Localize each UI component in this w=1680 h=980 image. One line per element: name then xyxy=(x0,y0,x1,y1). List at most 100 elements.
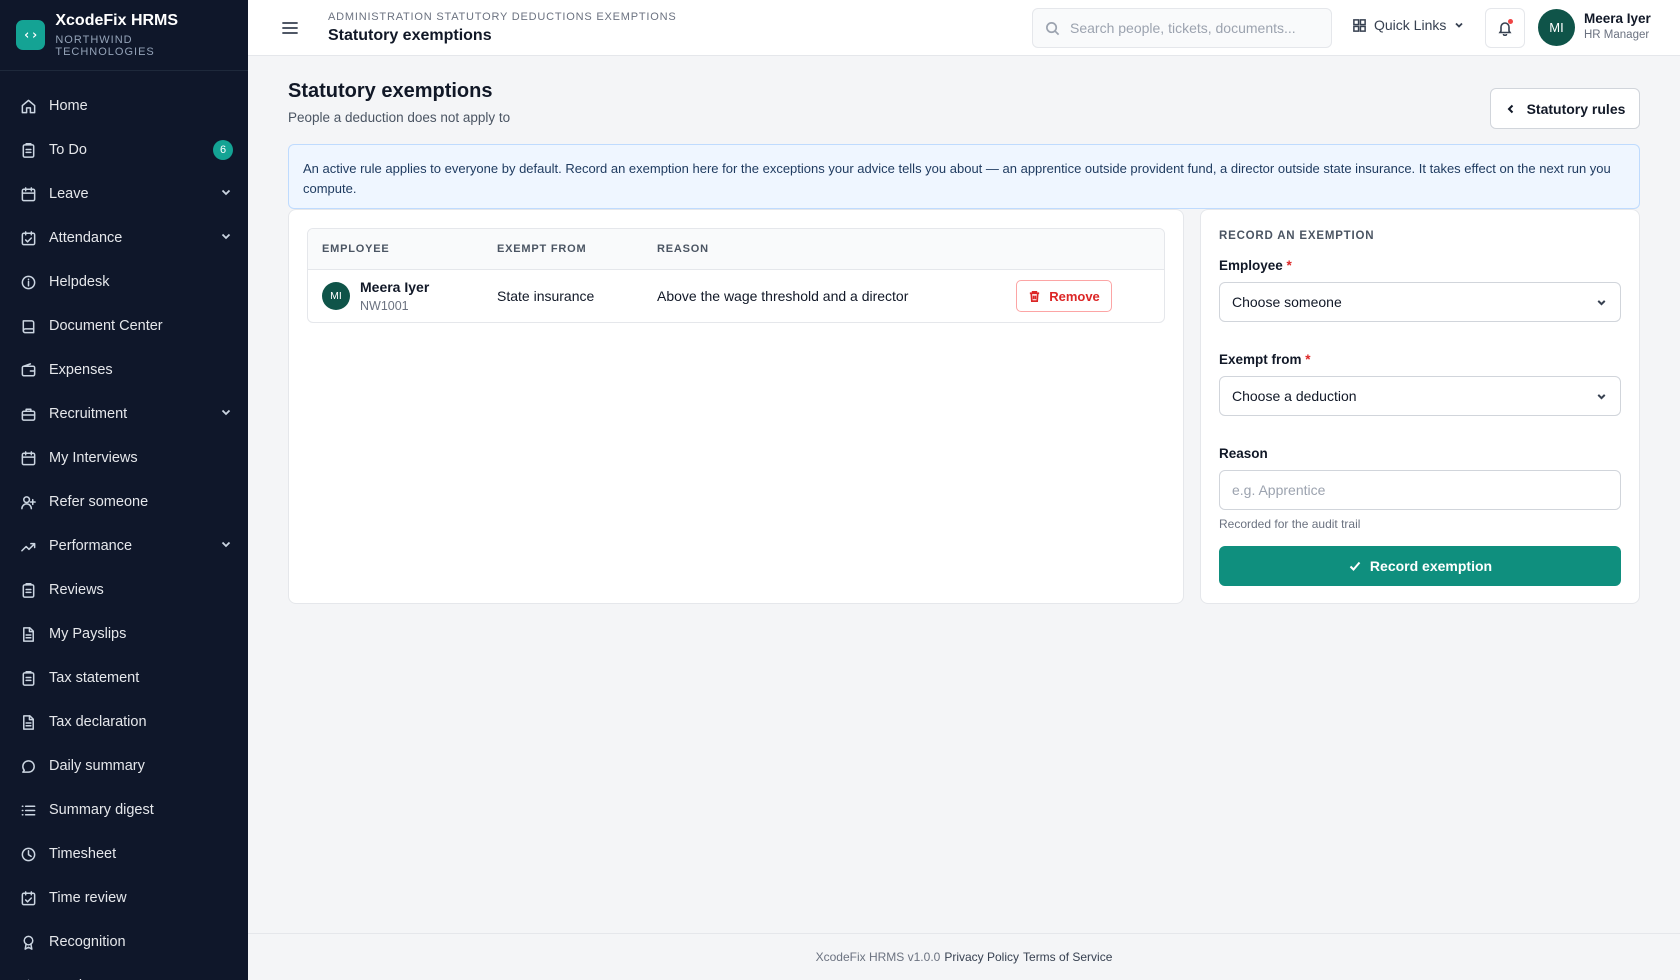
sidebar-item-attendance[interactable]: Attendance xyxy=(0,216,248,260)
sidebar-item-to-do[interactable]: To Do 6 xyxy=(0,128,248,172)
chevron-down-icon xyxy=(1597,393,1606,400)
reason-hint: Recorded for the audit trail xyxy=(1219,517,1361,531)
sidebar-item-expenses[interactable]: Expenses xyxy=(0,348,248,392)
sidebar-item-tax-statement[interactable]: Tax statement xyxy=(0,656,248,700)
required-mark: * xyxy=(1286,258,1292,273)
exemptions-table: EMPLOYEE EXEMPT FROM REASON MI Meera Iye… xyxy=(307,228,1165,323)
sidebar-item-daily-summary[interactable]: Daily summary xyxy=(0,744,248,788)
sidebar-item-label: Document Center xyxy=(49,318,163,334)
user-name: Meera Iyer xyxy=(1584,11,1651,26)
search-input[interactable] xyxy=(1070,20,1310,36)
record-exemption-label: Record exemption xyxy=(1369,558,1493,574)
todo-count-badge: 6 xyxy=(213,140,233,160)
quick-links-label: Quick Links xyxy=(1374,17,1447,33)
chat-icon xyxy=(20,758,37,775)
file-icon xyxy=(20,626,37,643)
remove-label: Remove xyxy=(1049,288,1100,304)
exempt-from-value: State insurance xyxy=(497,288,595,304)
chevron-down-icon xyxy=(219,405,233,423)
notifications-button[interactable] xyxy=(1485,8,1525,48)
sidebar-item-document-center[interactable]: Document Center xyxy=(0,304,248,348)
reason-input[interactable] xyxy=(1219,470,1621,510)
book-icon xyxy=(20,318,37,335)
sidebar-item-label: Home xyxy=(49,98,88,114)
reason-value: Above the wage threshold and a director xyxy=(657,288,909,304)
global-search[interactable] xyxy=(1032,8,1332,48)
statutory-rules-label: Statutory rules xyxy=(1526,100,1626,117)
chevron-down-icon xyxy=(1597,299,1606,306)
privacy-policy-link[interactable]: Privacy Policy xyxy=(944,950,1019,964)
sidebar-item-refer-someone[interactable]: Refer someone xyxy=(0,480,248,524)
employee-code: NW1001 xyxy=(360,299,409,313)
sidebar-item-label: Tax declaration xyxy=(49,714,147,730)
menu-toggle-icon[interactable] xyxy=(280,18,300,38)
column-header-reason: REASON xyxy=(657,243,709,255)
briefcase-icon xyxy=(20,406,37,423)
sidebar-item-reviews[interactable]: Reviews xyxy=(0,568,248,612)
chevron-down-icon xyxy=(1455,22,1463,28)
table-row: MI Meera Iyer NW1001 State insurance Abo… xyxy=(308,270,1164,322)
sidebar-item-helpdesk[interactable]: Helpdesk xyxy=(0,260,248,304)
statutory-rules-button[interactable]: Statutory rules xyxy=(1490,88,1640,129)
brand[interactable]: ‹› XcodeFix HRMS NORTHWIND TECHNOLOGIES xyxy=(0,0,248,71)
calendar-icon xyxy=(20,186,37,203)
info-icon xyxy=(20,274,37,291)
page-title: Statutory exemptions xyxy=(288,80,493,102)
list-icon xyxy=(20,802,37,819)
home-icon xyxy=(20,98,37,115)
sidebar-item-label: To Do xyxy=(49,142,87,158)
sidebar-item-label: Recognition xyxy=(49,934,126,950)
sidebar-item-feed[interactable]: Feed xyxy=(0,964,248,980)
reason-label: Reason xyxy=(1219,446,1268,461)
quick-links-button[interactable]: Quick Links xyxy=(1352,17,1465,33)
sidebar-item-label: Time review xyxy=(49,890,127,906)
user-avatar[interactable]: MI xyxy=(1538,9,1575,46)
exempt-from-label-text: Exempt from xyxy=(1219,352,1302,367)
sidebar-item-summary-digest[interactable]: Summary digest xyxy=(0,788,248,832)
sidebar: ‹› XcodeFix HRMS NORTHWIND TECHNOLOGIES … xyxy=(0,0,248,980)
info-banner: An active rule applies to everyone by de… xyxy=(288,144,1640,209)
chevron-down-icon xyxy=(219,229,233,247)
required-mark: * xyxy=(1305,352,1311,367)
deduction-select[interactable]: Choose a deduction xyxy=(1219,376,1621,416)
breadcrumb: ADMINISTRATION STATUTORY DEDUCTIONS EXEM… xyxy=(328,11,677,23)
chevron-down-icon xyxy=(219,185,233,203)
notification-dot xyxy=(1508,19,1513,24)
terms-of-service-link[interactable]: Terms of Service xyxy=(1023,950,1112,964)
sidebar-item-my-interviews[interactable]: My Interviews xyxy=(0,436,248,480)
sidebar-item-leave[interactable]: Leave xyxy=(0,172,248,216)
sidebar-item-home[interactable]: Home xyxy=(0,84,248,128)
record-exemption-button[interactable]: Record exemption xyxy=(1219,546,1621,586)
search-icon xyxy=(1046,21,1060,35)
deduction-select-value: Choose a deduction xyxy=(1232,388,1357,404)
employee-select[interactable]: Choose someone xyxy=(1219,282,1621,322)
sidebar-item-performance[interactable]: Performance xyxy=(0,524,248,568)
table-header: EMPLOYEE EXEMPT FROM REASON xyxy=(308,229,1164,270)
sidebar-item-timesheet[interactable]: Timesheet xyxy=(0,832,248,876)
sidebar-item-recognition[interactable]: Recognition xyxy=(0,920,248,964)
sidebar-item-label: Helpdesk xyxy=(49,274,110,290)
sidebar-item-time-review[interactable]: Time review xyxy=(0,876,248,920)
sidebar-item-recruitment[interactable]: Recruitment xyxy=(0,392,248,436)
chevron-down-icon xyxy=(219,537,233,555)
exempt-from-label: Exempt from * xyxy=(1219,352,1311,367)
avatar: MI xyxy=(322,282,350,310)
record-exemption-form: RECORD AN EXEMPTION Employee * Choose so… xyxy=(1200,209,1640,604)
sidebar-item-my-payslips[interactable]: My Payslips xyxy=(0,612,248,656)
form-title: RECORD AN EXEMPTION xyxy=(1219,230,1375,242)
exemptions-card: EMPLOYEE EXEMPT FROM REASON MI Meera Iye… xyxy=(288,209,1184,604)
clipboard-icon xyxy=(20,670,37,687)
award-icon xyxy=(20,934,37,951)
calendar-check-icon xyxy=(20,890,37,907)
clipboard-icon xyxy=(20,142,37,159)
calendar-check-icon xyxy=(20,230,37,247)
sidebar-item-label: Summary digest xyxy=(49,802,154,818)
page-subtitle: People a deduction does not apply to xyxy=(288,110,511,125)
employee-name: Meera Iyer xyxy=(360,279,430,295)
remove-button[interactable]: Remove xyxy=(1016,280,1112,312)
column-header-exempt-from: EXEMPT FROM xyxy=(497,243,587,255)
sidebar-item-label: Leave xyxy=(49,186,89,202)
check-icon xyxy=(1349,561,1361,571)
sidebar-item-tax-declaration[interactable]: Tax declaration xyxy=(0,700,248,744)
trend-icon xyxy=(20,538,37,555)
